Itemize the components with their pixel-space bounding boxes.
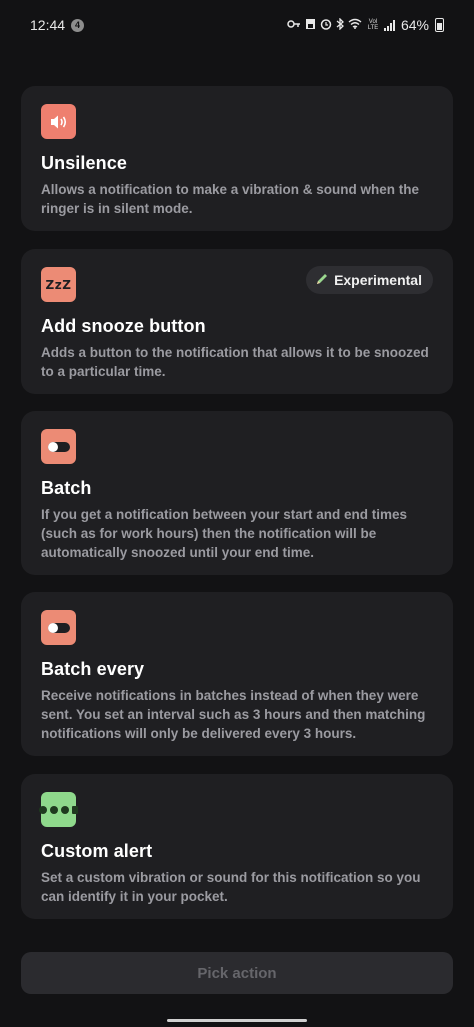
card-description: Receive notifications in batches instead… [41,688,426,741]
status-right: Vol LTE 64% [287,16,444,33]
signal-icon [383,19,395,31]
bluetooth-icon [336,16,344,33]
toggle-icon [41,429,76,464]
notification-count-badge: 4 [71,18,85,32]
battery-icon [435,18,444,32]
home-indicator[interactable] [167,1019,307,1022]
zzz-icon: ZzZ [41,267,76,302]
action-card-custom-alert[interactable]: Custom alert Set a custom vibration or s… [21,774,453,919]
toggle-icon [41,610,76,645]
speaker-icon [41,104,76,139]
card-title: Batch every [41,659,145,679]
pick-action-button[interactable]: Pick action [21,952,453,994]
save-icon [305,18,316,33]
dots-icon [39,792,78,827]
card-description: Allows a notification to make a vibratio… [41,182,420,216]
action-card-add-snooze-button[interactable]: ZzZ Experimental Add snooze button Adds … [21,249,453,394]
screen: 12:44 4 Vol LTE 64% Unsilence Allows a n… [0,0,474,1027]
wifi-icon [348,18,362,32]
card-title: Add snooze button [41,316,206,336]
experimental-badge-label: Experimental [334,272,422,288]
action-card-batch-every[interactable]: Batch every Receive notifications in bat… [21,592,453,756]
clock: 12:44 [30,17,66,33]
status-bar: 12:44 4 Vol LTE 64% [0,0,474,50]
card-title: Batch [41,478,92,498]
card-description: Adds a button to the notification that a… [41,345,429,379]
alarm-icon [320,18,332,33]
battery-percent: 64% [400,17,429,33]
experimental-badge: Experimental [306,266,433,294]
key-icon [287,19,301,32]
action-card-batch[interactable]: Batch If you get a notification between … [21,411,453,575]
card-title: Unsilence [41,153,127,173]
pencil-icon [315,272,329,289]
zzz-icon-text: ZzZ [45,277,72,292]
status-left: 12:44 4 [30,17,85,33]
volte-label: Vol LTE [367,19,379,31]
card-description: If you get a notification between your s… [41,507,408,560]
card-description: Set a custom vibration or sound for this… [41,870,421,904]
card-title: Custom alert [41,841,153,861]
action-card-unsilence[interactable]: Unsilence Allows a notification to make … [21,86,453,231]
